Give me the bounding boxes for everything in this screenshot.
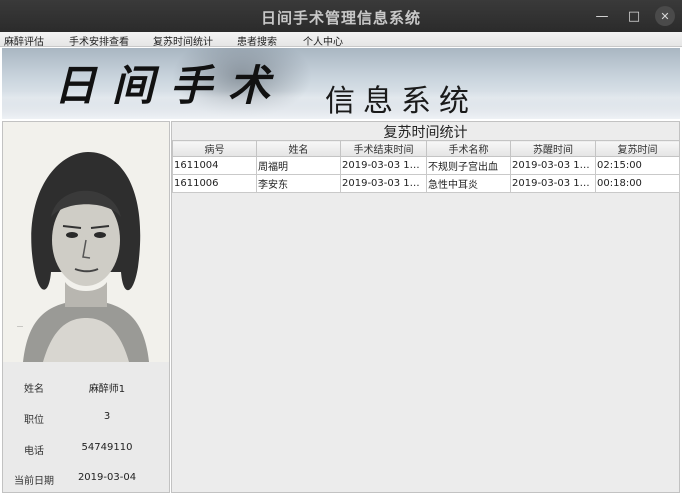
maximize-icon: □: [627, 8, 641, 24]
cell-patient-id[interactable]: 1611006: [172, 174, 257, 193]
window-title: 日间手术管理信息系统: [260, 9, 421, 27]
role-label: 职位: [24, 415, 44, 426]
cell-surgery-name[interactable]: 急性中耳炎: [426, 174, 511, 193]
cell-surgery-name[interactable]: 不规则子宫出血: [426, 156, 511, 175]
cell-wake-time[interactable]: 2019-03-03 17:20...: [510, 174, 596, 193]
minimize-icon: —: [595, 8, 609, 24]
cell-patient-id[interactable]: 1611004: [172, 156, 257, 175]
cell-recovery-time[interactable]: 02:15:00: [595, 156, 680, 175]
table-header-row: 病号 姓名 手术结束时间 手术名称 苏醒时间 复苏时间: [172, 140, 680, 157]
close-icon: ✕: [660, 9, 670, 23]
name-value: 麻醉师1: [88, 384, 126, 395]
menu-item-patient-search[interactable]: 患者搜索: [237, 33, 277, 48]
banner-brush-text: 日间手术: [54, 61, 287, 110]
menu-item-anesthesia-eval[interactable]: 麻醉评估: [4, 33, 44, 48]
info-phone-row: 电话 54749110: [3, 442, 169, 458]
date-label: 当前日期: [14, 476, 54, 487]
menu-item-surgery-schedule[interactable]: 手术安排查看: [69, 33, 129, 48]
user-portrait: …: [3, 122, 169, 362]
header-surgery-name[interactable]: 手术名称: [426, 140, 511, 157]
banner-subtitle: 信息系统: [325, 84, 477, 119]
name-label: 姓名: [24, 384, 44, 395]
menu-item-recovery-stats[interactable]: 复苏时间统计: [153, 33, 213, 48]
menu-item-personal-center[interactable]: 个人中心: [303, 33, 343, 48]
cell-surgery-end[interactable]: 2019-03-03 17:02...: [340, 174, 427, 193]
cell-wake-time[interactable]: 2019-03-03 17:20...: [510, 156, 596, 175]
menu-bar: 麻醉评估 手术安排查看 复苏时间统计 患者搜索 个人中心: [0, 32, 682, 48]
phone-label: 电话: [24, 446, 44, 457]
info-date-row: 当前日期 2019-03-04: [3, 472, 169, 488]
cell-name[interactable]: 李安东: [256, 174, 341, 193]
role-value: 3: [103, 411, 111, 422]
title-bar: 日间手术管理信息系统 — □ ✕: [0, 0, 682, 32]
recovery-stats-panel: 复苏时间统计 病号 姓名 手术结束时间 手术名称 苏醒时间 复苏时间 16110…: [171, 121, 680, 493]
info-role-row: 职位 3: [3, 411, 169, 427]
recovery-table: 病号 姓名 手术结束时间 手术名称 苏醒时间 复苏时间 1611004 周福明 …: [172, 140, 680, 193]
close-button[interactable]: ✕: [655, 6, 675, 26]
svg-text:…: …: [17, 322, 23, 329]
table-row[interactable]: 1611004 周福明 2019-03-03 15:05... 不规则子宫出血 …: [172, 156, 680, 175]
info-name-row: 姓名 麻醉师1: [3, 380, 169, 396]
cell-name[interactable]: 周福明: [256, 156, 341, 175]
header-patient-id[interactable]: 病号: [172, 140, 257, 157]
cell-recovery-time[interactable]: 00:18:00: [595, 174, 680, 193]
header-name[interactable]: 姓名: [256, 140, 341, 157]
maximize-button[interactable]: □: [624, 6, 644, 26]
minimize-button[interactable]: —: [592, 6, 612, 26]
table-title: 复苏时间统计: [383, 125, 468, 141]
header-surgery-end[interactable]: 手术结束时间: [340, 140, 427, 157]
banner-image: 日间手术 信息系统: [2, 48, 680, 119]
header-recovery-time[interactable]: 复苏时间: [595, 140, 680, 157]
cell-surgery-end[interactable]: 2019-03-03 15:05...: [340, 156, 427, 175]
user-info-panel: … 姓名 麻醉师1 职位 3 电话 54749110 当前日期 2019-03-…: [2, 121, 170, 493]
header-wake-time[interactable]: 苏醒时间: [510, 140, 596, 157]
date-value: 2019-03-04: [77, 472, 137, 483]
phone-value: 54749110: [81, 442, 133, 453]
table-row[interactable]: 1611006 李安东 2019-03-03 17:02... 急性中耳炎 20…: [172, 174, 680, 193]
